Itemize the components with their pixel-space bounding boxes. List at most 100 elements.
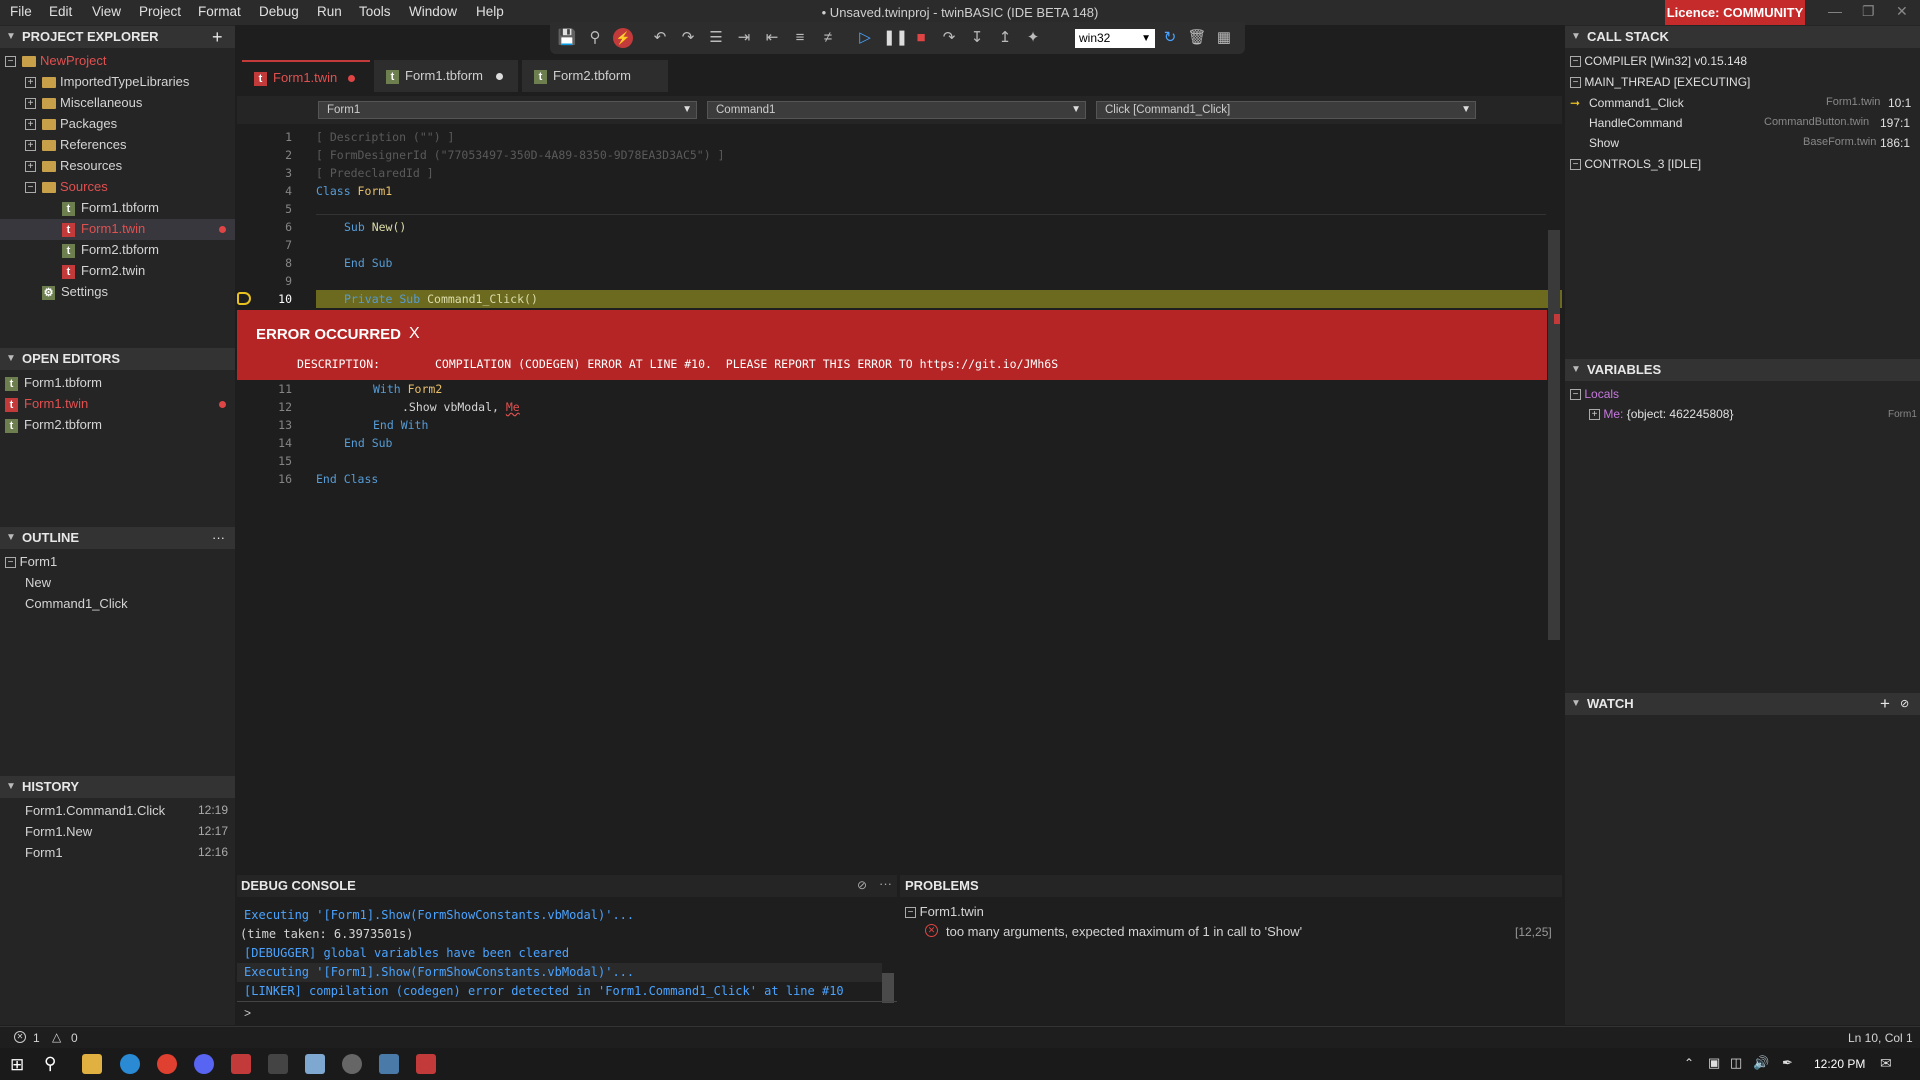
call-stack-thread[interactable]: − MAIN_THREAD [EXECUTING] [1570,75,1750,89]
history-item[interactable]: Form1 [25,845,63,860]
step-out-icon[interactable]: ↥ [995,28,1015,48]
problems-file[interactable]: − Form1.twin [905,904,984,919]
edge-icon[interactable] [120,1054,140,1074]
notepad-icon[interactable] [305,1054,325,1074]
save-icon[interactable]: 💾 [557,28,577,48]
open-editor-item[interactable]: t Form1.tbform [5,375,102,391]
step-into-icon[interactable]: ↧ [967,28,987,48]
restore-icon[interactable]: ❐ [1862,3,1875,20]
outline-root[interactable]: − Form1 [5,554,57,569]
refresh-icon[interactable]: ↻ [1160,28,1180,48]
discord-icon[interactable] [194,1054,214,1074]
settings-wand-icon[interactable]: ✦ [1023,28,1043,48]
redo-icon[interactable]: ↷ [678,28,698,48]
tree-folder[interactable]: + Resources [25,158,122,173]
undo-icon[interactable]: ↶ [650,28,670,48]
stop-icon[interactable]: ■ [911,28,931,48]
tab-form1-twin[interactable]: t Form1.twin [242,60,370,92]
tray-chevron-icon[interactable]: ⌃ [1684,1056,1694,1070]
search-icon[interactable]: ⚲ [44,1054,56,1074]
tree-folder[interactable]: + References [25,137,126,152]
console-scrollbar[interactable] [882,973,894,1003]
outline-header[interactable]: ▼ OUTLINE ··· [0,527,235,549]
uncomment-icon[interactable]: ≠ [818,28,838,48]
run-icon[interactable]: ▷ [855,28,875,48]
call-stack-compiler[interactable]: − COMPILER [Win32] v0.15.148 [1570,54,1747,68]
errors-count[interactable]: 1 [33,1031,40,1045]
tree-folder[interactable]: + ImportedTypeLibraries [25,74,189,89]
open-editor-item[interactable]: t Form2.tbform [5,417,102,433]
error-close-button[interactable]: X [409,325,420,343]
event-combo[interactable]: Click [Command1_Click] ▼ [1096,101,1476,119]
console-more-icon[interactable]: ··· [879,876,892,891]
volume-icon[interactable]: 🔊 [1753,1055,1769,1071]
call-stack-frame[interactable]: HandleCommand [1589,116,1682,130]
window-app-icon[interactable] [379,1054,399,1074]
call-stack-frame[interactable]: Show [1589,136,1619,150]
project-explorer-header[interactable]: ▼ PROJECT EXPLORER + [0,26,235,48]
code-editor[interactable] [237,54,1562,877]
platform-select[interactable]: win32 ▼ [1075,29,1155,48]
chrome-icon[interactable] [157,1054,177,1074]
tree-settings[interactable]: ⚙ Settings [42,284,108,300]
indent-icon[interactable]: ⇥ [734,28,754,48]
tree-file[interactable]: t Form2.tbform [62,242,159,258]
twinbasic-app-icon[interactable] [416,1054,436,1074]
settings-icon[interactable] [342,1054,362,1074]
clock[interactable]: 12:20 PM [1814,1057,1865,1071]
build-icon[interactable]: ⚡ [613,28,633,48]
licence-badge[interactable]: Licence: COMMUNITY [1665,0,1805,25]
tree-folder[interactable]: − Sources [25,179,108,194]
search-icon[interactable]: ⚲ [585,28,605,48]
more-icon[interactable]: ··· [212,527,225,549]
editor-scrollbar[interactable] [1548,230,1560,640]
tree-root[interactable]: − NewProject [5,53,106,68]
tray-device-icon[interactable]: ▣ [1708,1055,1720,1071]
object-combo[interactable]: Form1 ▼ [318,101,697,119]
format-icon[interactable]: ☰ [706,28,726,48]
variables-header[interactable]: ▼ VARIABLES [1565,359,1920,381]
close-icon[interactable]: ✕ [1896,3,1908,20]
comment-icon[interactable]: ≡ [790,28,810,48]
warnings-icon[interactable]: △ [52,1030,61,1044]
history-header[interactable]: ▼ HISTORY [0,776,235,798]
problem-message[interactable]: too many arguments, expected maximum of … [946,924,1302,939]
clear-console-icon[interactable]: ⊘ [857,878,867,892]
outdent-icon[interactable]: ⇤ [762,28,782,48]
windows-start-icon[interactable]: ⊞ [10,1055,24,1075]
open-editor-item[interactable]: t Form1.twin [5,396,88,412]
tree-file[interactable]: t Form1.tbform [62,200,159,216]
errors-icon[interactable]: ✕ [14,1031,26,1043]
clear-watch-icon[interactable]: ⊘ [1900,693,1909,715]
tree-file[interactable]: t Form2.twin [62,263,145,279]
minimize-icon[interactable]: — [1828,3,1842,19]
variables-locals[interactable]: − Locals [1570,387,1619,401]
add-watch-icon[interactable]: + [1880,693,1890,715]
call-stack-frame[interactable]: Command1_Click [1589,96,1684,110]
app-icon[interactable] [268,1054,288,1074]
call-stack-controls[interactable]: − CONTROLS_3 [IDLE] [1570,157,1701,171]
watch-header[interactable]: ▼ WATCH + ⊘ [1565,693,1920,715]
file-explorer-icon[interactable] [82,1054,102,1074]
step-over-icon[interactable]: ↷ [939,28,959,48]
tree-folder[interactable]: + Miscellaneous [25,95,142,110]
grid-icon[interactable]: ▦ [1214,28,1234,48]
warnings-count[interactable]: 0 [71,1031,78,1045]
tree-file[interactable]: t Form1.twin [62,221,145,237]
pause-icon[interactable]: ❚❚ [883,28,908,48]
history-item[interactable]: Form1.New [25,824,92,839]
notifications-icon[interactable]: ✉ [1880,1055,1892,1072]
trash-icon[interactable]: 🗑 [1187,28,1207,48]
history-item[interactable]: Form1.Command1.Click [25,803,165,818]
open-editors-header[interactable]: ▼ OPEN EDITORS [0,348,235,370]
member-combo[interactable]: Command1 ▼ [707,101,1086,119]
add-icon[interactable]: + [212,26,223,48]
outline-item[interactable]: Command1_Click [25,596,128,611]
variable-me[interactable]: + Me: {object: 462245808} [1589,407,1733,421]
twinbasic-icon[interactable] [231,1054,251,1074]
cursor-position[interactable]: Ln 10, Col 1 [1848,1031,1913,1045]
network-icon[interactable]: ◫ [1730,1055,1742,1071]
tree-folder[interactable]: + Packages [25,116,117,131]
console-prompt[interactable]: > [244,1006,251,1020]
call-stack-header[interactable]: ▼ CALL STACK [1565,26,1920,48]
